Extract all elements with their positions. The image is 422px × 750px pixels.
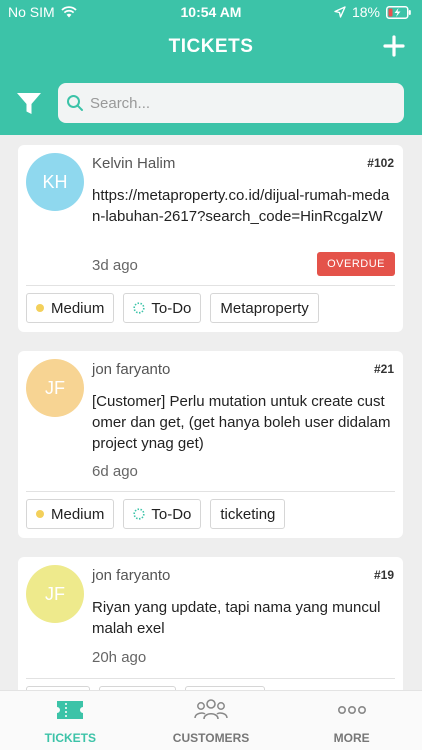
- tab-label: CUSTOMERS: [172, 731, 250, 745]
- ticket-text: https://metaproperty.co.id/dijual-rumah-…: [92, 187, 390, 225]
- priority-tag[interactable]: Medium: [26, 499, 115, 529]
- app-header: No SIM 10:54 AM 18% TICKETS: [0, 0, 422, 135]
- status-label: To-Do: [151, 505, 192, 523]
- tab-label: MORE: [333, 731, 370, 745]
- status-tag[interactable]: To-Do: [123, 293, 202, 323]
- avatar: JF: [26, 565, 84, 623]
- battery-percent: 18%: [351, 4, 380, 20]
- avatar-initials: JF: [45, 583, 65, 604]
- ticket-icon: [57, 701, 84, 719]
- avatar-initials: JF: [45, 377, 65, 398]
- search-icon: [67, 95, 83, 111]
- tab-customers[interactable]: CUSTOMERS: [141, 691, 282, 750]
- divider: [26, 285, 395, 286]
- project-tag[interactable]: ticketing: [210, 499, 286, 529]
- ticket-card[interactable]: JF jon faryanto #21 [Customer] Perlu mut…: [18, 351, 403, 538]
- ticket-author: jon faryanto: [92, 361, 171, 378]
- tab-more[interactable]: MORE: [281, 691, 422, 750]
- customers-icon: [194, 699, 228, 720]
- priority-dot-icon: [36, 510, 44, 518]
- ticket-list: KH Kelvin Halim #102 https://metapropert…: [0, 135, 422, 690]
- ticket-time: 6d ago: [92, 463, 138, 480]
- ticket-author: jon faryanto: [92, 567, 171, 584]
- status-label: To-Do: [151, 299, 192, 317]
- search-row: [0, 82, 422, 126]
- status-tag[interactable]: To-Do: [123, 499, 202, 529]
- ticket-number: #19: [373, 568, 394, 582]
- add-ticket-button[interactable]: [382, 34, 406, 58]
- ticket-text: Riyan yang update, tapi nama yang muncul…: [92, 599, 381, 637]
- title-bar: TICKETS: [0, 24, 422, 72]
- location-icon: [334, 6, 346, 18]
- tab-label: TICKETS: [44, 731, 96, 745]
- tab-tickets[interactable]: TICKETS: [0, 691, 141, 750]
- todo-spinner-icon: [133, 302, 145, 314]
- ticket-time: 20h ago: [92, 649, 147, 666]
- plus-icon: [383, 35, 405, 57]
- priority-label: Medium: [51, 299, 105, 317]
- ticket-author: Kelvin Halim: [92, 155, 176, 172]
- divider: [26, 491, 395, 492]
- tag-row: Medium To-Do Metaproperty: [26, 293, 319, 323]
- battery-charging-icon: [386, 5, 411, 19]
- priority-dot-icon: [36, 304, 44, 312]
- avatar: JF: [26, 359, 84, 417]
- tag-row: Medium To-Do ticketing: [26, 499, 286, 529]
- ticket-number: #21: [373, 362, 394, 376]
- search-input[interactable]: [90, 94, 380, 112]
- project-label: Metaproperty: [220, 299, 309, 317]
- search-box[interactable]: [58, 83, 404, 123]
- divider: [26, 678, 395, 679]
- page-title: TICKETS: [168, 36, 254, 57]
- todo-spinner-icon: [133, 508, 145, 520]
- ticket-time: 3d ago: [92, 257, 138, 274]
- priority-tag[interactable]: Medium: [26, 293, 115, 323]
- avatar: KH: [26, 153, 84, 211]
- status-bar: No SIM 10:54 AM 18%: [0, 0, 422, 24]
- more-icon: [337, 706, 366, 715]
- project-tag[interactable]: Metaproperty: [210, 293, 319, 323]
- priority-label: Medium: [51, 505, 105, 523]
- ticket-number: #102: [367, 156, 394, 170]
- overdue-badge: OVERDUE: [317, 252, 395, 276]
- bottom-tab-bar: TICKETS CUSTOMERS MORE: [0, 690, 422, 750]
- filter-icon: [17, 93, 41, 114]
- ticket-text: [Customer] Perlu mutation untuk create c…: [92, 393, 391, 452]
- ticket-card[interactable]: JF jon faryanto #19 Riyan yang update, t…: [18, 557, 403, 690]
- project-label: ticketing: [220, 505, 276, 523]
- ticket-card[interactable]: KH Kelvin Halim #102 https://metapropert…: [18, 145, 403, 332]
- avatar-initials: KH: [42, 171, 68, 192]
- filter-button[interactable]: [16, 91, 42, 117]
